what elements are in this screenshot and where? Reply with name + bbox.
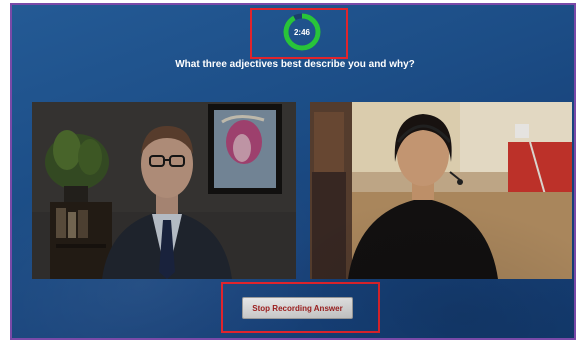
interviewer-video-frame <box>32 102 296 279</box>
stop-recording-button[interactable]: Stop Recording Answer <box>242 297 353 319</box>
timer-value: 2:46 <box>293 27 310 37</box>
interview-stage: 2:46 What three adjectives best describe… <box>10 3 576 340</box>
candidate-video-frame <box>310 102 572 279</box>
interviewer-video <box>32 102 296 279</box>
interview-question: What three adjectives best describe you … <box>175 59 415 70</box>
candidate-video <box>310 102 572 279</box>
